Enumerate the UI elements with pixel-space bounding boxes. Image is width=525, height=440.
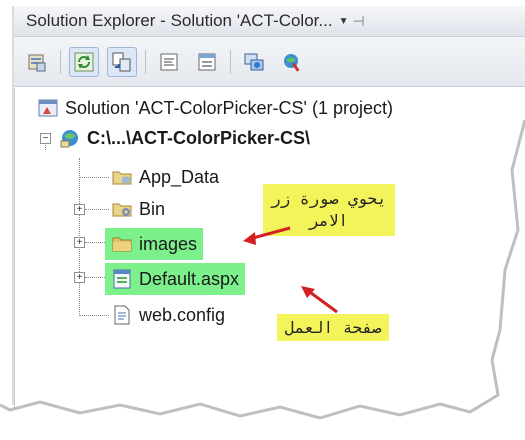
tree-connector <box>79 177 109 178</box>
solution-icon <box>38 99 58 117</box>
collapse-toggle[interactable]: − <box>40 133 51 144</box>
tree-item-app-data[interactable]: App_Data <box>111 163 219 191</box>
toolbar <box>14 37 525 87</box>
tree-item-label: App_Data <box>139 166 220 187</box>
view-designer-button[interactable] <box>192 47 222 77</box>
tree-connector <box>79 315 109 316</box>
pin-icon[interactable]: ⊣ <box>352 13 364 30</box>
tree-item-default-aspx[interactable]: Default.aspx <box>105 263 246 295</box>
solution-label: Solution 'ACT-ColorPicker-CS' (1 project… <box>65 97 393 118</box>
copy-website-button[interactable] <box>239 47 269 77</box>
folder-icon <box>112 237 132 252</box>
tree-item-label: Default.aspx <box>139 268 240 289</box>
asp-net-configuration-button[interactable] <box>277 47 307 77</box>
toolbar-separator <box>145 49 146 74</box>
config-file-icon <box>114 305 130 325</box>
default-note-text: صفحة العمل <box>285 318 382 337</box>
refresh-button[interactable] <box>69 46 99 77</box>
tree-item-web-config[interactable]: web.config <box>111 301 225 329</box>
arrow-to-default <box>306 288 338 314</box>
project-label: C:\...\ACT-ColorPicker-CS\ <box>87 127 311 148</box>
arrow-head-default <box>301 286 315 298</box>
tree-item-solution[interactable]: Solution 'ACT-ColorPicker-CS' (1 project… <box>37 94 393 122</box>
arrow-head-images <box>243 232 256 245</box>
folder-data-icon <box>112 171 132 185</box>
view-code-icon <box>160 53 178 70</box>
title-bar: Solution Explorer - Solution 'ACT-Color.… <box>14 6 525 37</box>
tree-item-label: images <box>139 233 198 254</box>
aspx-file-icon <box>113 269 131 289</box>
window-title: Solution Explorer - Solution 'ACT-Color.… <box>26 11 333 30</box>
solution-tree: Solution 'ACT-ColorPicker-CS' (1 project… <box>14 88 525 418</box>
view-code-button[interactable] <box>154 47 184 77</box>
properties-icon <box>28 54 46 71</box>
view-designer-icon <box>198 53 216 70</box>
tree-item-label: Bin <box>139 198 166 219</box>
default-annotation-note: صفحة العمل <box>277 314 390 341</box>
chevron-down-icon[interactable]: ▼ <box>339 16 349 27</box>
properties-button[interactable] <box>22 47 52 77</box>
expand-toggle[interactable]: + <box>74 237 85 248</box>
tree-item-bin[interactable]: Bin <box>111 195 165 223</box>
expand-toggle[interactable]: + <box>74 204 85 215</box>
website-project-icon <box>60 130 78 148</box>
asp-net-config-icon <box>284 53 300 72</box>
tree-item-images[interactable]: images <box>105 228 204 260</box>
screenshot-paper: Solution Explorer - Solution 'ACT-Color.… <box>0 0 525 418</box>
tree-item-label: web.config <box>139 304 226 325</box>
tree-item-project[interactable]: C:\...\ACT-ColorPicker-CS\ <box>59 124 310 152</box>
images-annotation-note: يحوي صورة زر الامر <box>263 184 395 236</box>
toolbar-separator <box>60 49 61 74</box>
toolbar-separator <box>230 49 231 74</box>
folder-bin-icon <box>112 203 132 217</box>
refresh-icon <box>74 52 94 71</box>
images-note-line1: يحوي صورة زر <box>271 189 387 208</box>
expand-toggle[interactable]: + <box>74 272 85 283</box>
nest-related-files-button[interactable] <box>107 46 137 77</box>
copy-website-icon <box>244 53 264 70</box>
nest-files-icon <box>112 52 131 71</box>
tree-connector <box>85 209 109 210</box>
images-note-line2: الامر <box>309 211 349 230</box>
